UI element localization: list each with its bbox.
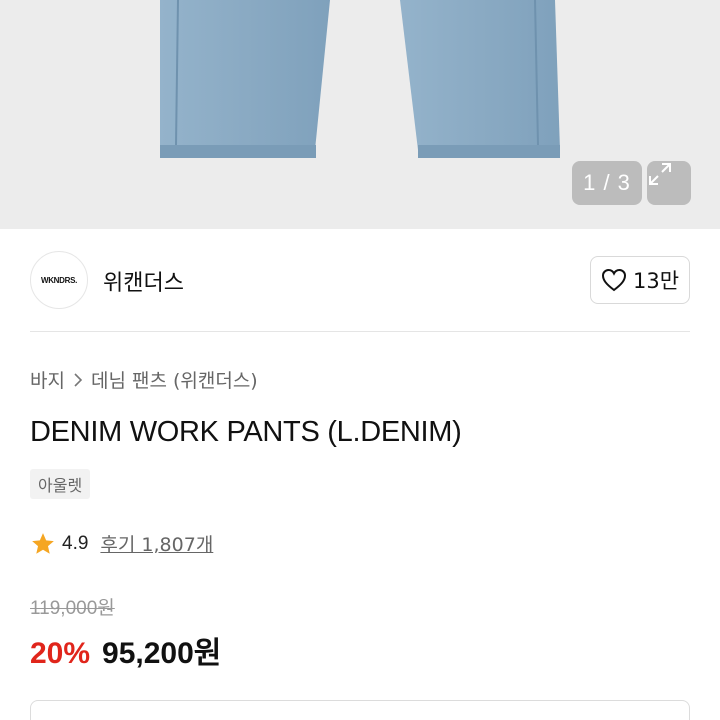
reviews-link[interactable]: 후기 1,807개 [100,530,213,557]
option-box[interactable] [30,700,690,720]
original-price: 119,000원 [30,598,115,619]
expand-icon [649,163,671,185]
like-button[interactable]: 13만 [590,256,690,304]
shop-row: WKNDRS. 위캔더스 13만 [0,229,720,332]
chevron-right-icon [74,372,83,387]
product-title: DENIM WORK PANTS (L.DENIM) [30,416,462,448]
breadcrumb-subcategory[interactable]: 데님 팬츠 (위캔더스) [91,366,258,393]
breadcrumb: 바지 데님 팬츠 (위캔더스) [30,366,258,393]
star-icon [32,532,54,554]
divider [30,331,690,332]
expand-button[interactable] [647,161,691,205]
rating-value: 4.9 [62,532,89,554]
discount-rate: 20% [30,637,91,670]
outlet-tag: 아울렛 [30,469,91,499]
heart-icon [601,268,626,292]
image-pager: 1 / 3 [572,161,642,205]
shop-logo[interactable]: WKNDRS. [30,251,88,309]
shop-logo-text: WKNDRS. [40,275,78,285]
rating-row: 4.9 후기 1,807개 [30,530,213,557]
breadcrumb-category[interactable]: 바지 [30,366,65,393]
product-image[interactable]: 1 / 3 [0,0,720,229]
sale-price: 95,200원 [102,637,222,670]
shop-name[interactable]: 위캔더스 [103,265,184,297]
like-count: 13만 [632,269,680,293]
price-row: 20% 95,200원 [30,628,221,672]
